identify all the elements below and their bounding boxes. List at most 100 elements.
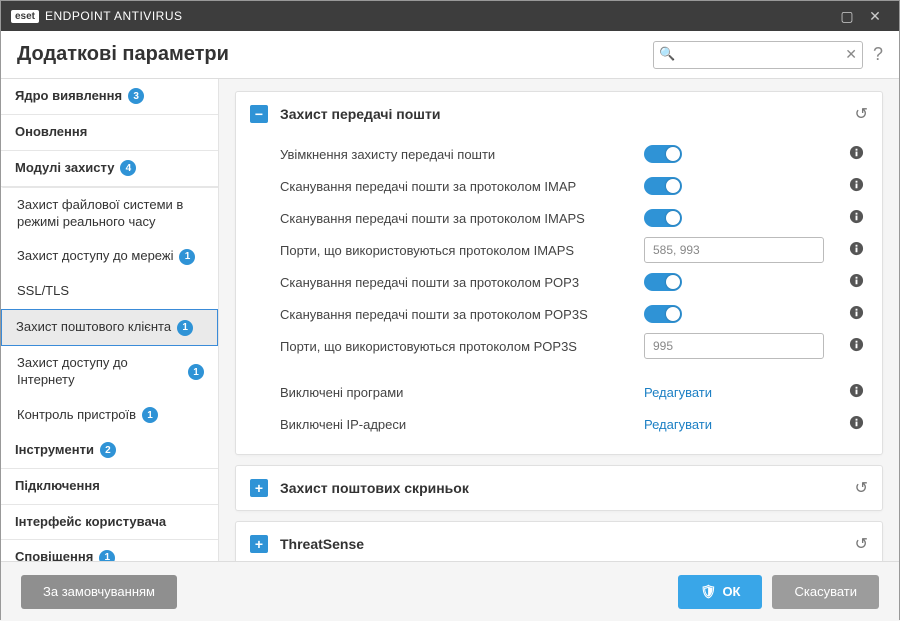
search-box: 🔍 ✕: [653, 41, 863, 69]
sidebar-item[interactable]: Сповіщення 1: [1, 540, 218, 561]
info-icon[interactable]: [844, 305, 868, 323]
brand-logo: eset: [11, 10, 39, 23]
port-input[interactable]: [644, 237, 824, 263]
reset-icon[interactable]: ↺: [855, 534, 868, 554]
sidebar-badge: 1: [142, 407, 158, 423]
sidebar-subitem[interactable]: Захист поштового клієнта 1: [1, 309, 218, 346]
setting-label: Порти, що використовуються протоколом IM…: [280, 243, 644, 258]
panel-body: Увімкнення захисту передачі пошти Сканува…: [236, 136, 882, 454]
panel-title: Захист поштових скриньок: [280, 480, 855, 496]
panel-collapsed: + Захист поштових скриньок↺: [235, 465, 883, 511]
sidebar-item[interactable]: Інструменти 2: [1, 433, 218, 469]
sidebar-item-label: Модулі захисту: [15, 160, 114, 177]
defaults-button[interactable]: За замовчуванням: [21, 575, 177, 609]
sidebar-badge: 1: [177, 320, 193, 336]
panel-header-email-transport[interactable]: − Захист передачі пошти ↺: [236, 92, 882, 136]
sidebar-badge: 1: [99, 550, 115, 561]
info-icon[interactable]: [844, 177, 868, 195]
toggle-switch[interactable]: [644, 273, 682, 291]
setting-row: Виключені програмиРедагувати: [280, 376, 868, 408]
expand-icon[interactable]: +: [250, 535, 268, 553]
sidebar-badge: 1: [179, 249, 195, 265]
reset-icon[interactable]: ↺: [855, 478, 868, 498]
sidebar-item-label: Захист доступу до мережі: [17, 248, 173, 265]
info-icon[interactable]: [844, 337, 868, 355]
setting-label: Сканування передачі пошти за протоколом …: [280, 307, 644, 322]
sidebar-item-label: Ядро виявлення: [15, 88, 122, 105]
product-name: ENDPOINT ANTIVIRUS: [45, 9, 182, 23]
setting-row: Сканування передачі пошти за протоколом …: [280, 202, 868, 234]
setting-row: Порти, що використовуються протоколом PO…: [280, 330, 868, 362]
panel-collapsed: + ThreatSense↺: [235, 521, 883, 561]
shield-icon: 🛡: [700, 584, 717, 600]
toggle-switch[interactable]: [644, 305, 682, 323]
expand-icon[interactable]: +: [250, 479, 268, 497]
window-maximize-icon[interactable]: ▢: [833, 2, 861, 30]
setting-row: Сканування передачі пошти за протоколом …: [280, 298, 868, 330]
panel-title: Захист передачі пошти: [280, 106, 855, 122]
sidebar-item-label: Інструменти: [15, 442, 94, 459]
search-icon: 🔍: [659, 46, 675, 62]
setting-row: Виключені IP-адресиРедагувати: [280, 408, 868, 440]
sidebar-item-label: Захист поштового клієнта: [16, 319, 171, 336]
reset-icon[interactable]: ↺: [855, 104, 868, 124]
setting-label: Сканування передачі пошти за протоколом …: [280, 275, 644, 290]
clear-search-icon[interactable]: ✕: [845, 46, 857, 63]
window-close-icon[interactable]: ✕: [861, 2, 889, 30]
ok-button[interactable]: 🛡 ОК: [678, 575, 763, 609]
toggle-switch[interactable]: [644, 145, 682, 163]
sidebar-subitem[interactable]: Захист доступу до Інтернету 1: [1, 346, 218, 398]
sidebar-item-label: Захист файлової системи в режимі реально…: [17, 197, 204, 231]
info-icon[interactable]: [844, 383, 868, 401]
sidebar-subitem[interactable]: Захист файлової системи в режимі реально…: [1, 187, 218, 240]
sidebar-item-label: Оновлення: [15, 124, 87, 141]
toggle-switch[interactable]: [644, 209, 682, 227]
setting-label: Виключені програми: [280, 385, 644, 400]
info-icon[interactable]: [844, 415, 868, 433]
info-icon[interactable]: [844, 209, 868, 227]
panel-header[interactable]: + Захист поштових скриньок↺: [236, 466, 882, 510]
setting-label: Виключені IP-адреси: [280, 417, 644, 432]
sidebar-item[interactable]: Інтерфейс користувача: [1, 505, 218, 541]
port-input[interactable]: [644, 333, 824, 359]
sidebar-item-label: Підключення: [15, 478, 100, 495]
sidebar-badge: 2: [100, 442, 116, 458]
sidebar-subitem[interactable]: Захист доступу до мережі 1: [1, 239, 218, 274]
sidebar-item-label: Контроль пристроїв: [17, 407, 136, 424]
page-title: Додаткові параметри: [17, 43, 653, 66]
info-icon[interactable]: [844, 145, 868, 163]
cancel-button[interactable]: Скасувати: [772, 575, 879, 609]
ok-label: ОК: [722, 584, 740, 599]
info-icon[interactable]: [844, 241, 868, 259]
sidebar-subitem[interactable]: Контроль пристроїв 1: [1, 398, 218, 433]
setting-label: Сканування передачі пошти за протоколом …: [280, 179, 644, 194]
setting-row: Порти, що використовуються протоколом IM…: [280, 234, 868, 266]
sidebar-item[interactable]: Оновлення: [1, 115, 218, 151]
collapse-icon[interactable]: −: [250, 105, 268, 123]
toggle-switch[interactable]: [644, 177, 682, 195]
sidebar-item[interactable]: Підключення: [1, 469, 218, 505]
setting-label: Сканування передачі пошти за протоколом …: [280, 211, 644, 226]
sidebar-item[interactable]: Ядро виявлення3: [1, 79, 218, 115]
help-icon[interactable]: ?: [873, 44, 883, 65]
panel-title: ThreatSense: [280, 536, 855, 552]
sidebar-badge: 1: [188, 364, 204, 380]
edit-link[interactable]: Редагувати: [644, 417, 712, 432]
sidebar-item-label: Захист доступу до Інтернету: [17, 355, 182, 389]
sidebar-item[interactable]: Модулі захисту 4: [1, 151, 218, 187]
panel-header[interactable]: + ThreatSense↺: [236, 522, 882, 561]
sidebar: Ядро виявлення3 Оновлення Модулі захисту 4 З…: [1, 79, 219, 561]
footer: За замовчуванням 🛡 ОК Скасувати: [1, 561, 899, 621]
sidebar-subitem[interactable]: SSL/TLS: [1, 274, 218, 309]
titlebar: eset ENDPOINT ANTIVIRUS ▢ ✕: [1, 1, 899, 31]
panel-email-transport: − Захист передачі пошти ↺ Увімкнення зах…: [235, 91, 883, 455]
setting-row: Сканування передачі пошти за протоколом …: [280, 170, 868, 202]
setting-row: Увімкнення захисту передачі пошти: [280, 138, 868, 170]
sidebar-item-label: Сповіщення: [15, 549, 93, 561]
sidebar-badge: 4: [120, 160, 136, 176]
search-input[interactable]: [653, 41, 863, 69]
subheader: Додаткові параметри 🔍 ✕ ?: [1, 31, 899, 79]
setting-label: Порти, що використовуються протоколом PO…: [280, 339, 644, 354]
info-icon[interactable]: [844, 273, 868, 291]
edit-link[interactable]: Редагувати: [644, 385, 712, 400]
